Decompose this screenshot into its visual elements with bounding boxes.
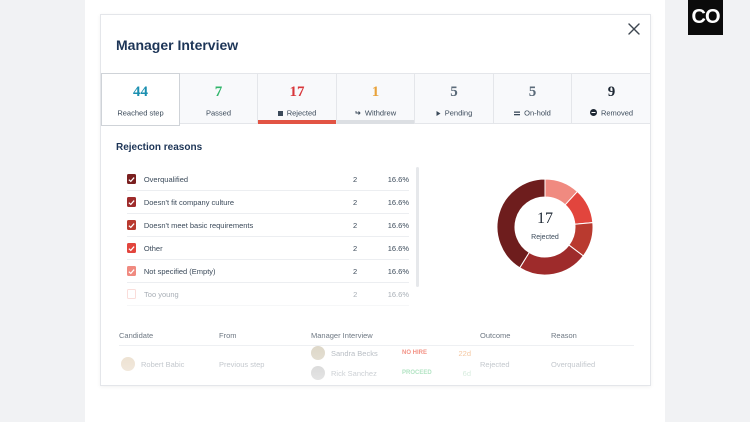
stat-label-text: Pending bbox=[444, 108, 473, 118]
stat-tab-passed[interactable]: 7 Passed bbox=[180, 74, 258, 123]
stat-label: On-hold bbox=[494, 108, 571, 118]
stat-underline bbox=[258, 120, 336, 124]
reason-checkbox[interactable] bbox=[127, 220, 136, 230]
stat-label: Reached step bbox=[102, 108, 179, 118]
donut-center-value: 17 bbox=[537, 210, 553, 227]
check-icon bbox=[128, 176, 135, 182]
rejection-reasons-list: Overqualified 2 16.6% Doesn't fit company c… bbox=[127, 168, 409, 306]
reason-percent: 16.6% bbox=[387, 174, 410, 184]
reason-row[interactable]: Too young 2 16.6% bbox=[127, 283, 409, 306]
stat-value: 17 bbox=[289, 84, 305, 100]
stat-value: 9 bbox=[607, 84, 616, 100]
check-icon bbox=[128, 245, 135, 251]
reason-label: Not specified (Empty) bbox=[143, 266, 216, 276]
stat-label-text: On-hold bbox=[524, 108, 551, 118]
reason-row[interactable]: Other 2 16.6% bbox=[127, 237, 409, 260]
reason-checkbox[interactable] bbox=[127, 243, 136, 253]
stat-tab-rejected[interactable]: 17 Rejected bbox=[258, 74, 337, 124]
brand-logo: CO bbox=[688, 0, 723, 35]
logo-text: CO bbox=[691, 6, 721, 28]
reason-percent: 16.6% bbox=[387, 197, 410, 207]
reason-label: Other bbox=[143, 243, 163, 253]
reason-checkbox[interactable] bbox=[127, 174, 136, 184]
stats-bar: 44 Reached step 7 Passed 17 Rejected 1 Withdrew… bbox=[101, 73, 650, 126]
check-icon bbox=[128, 222, 135, 228]
manager-interview-modal: Manager Interview 44 Reached step 7 Passed 1… bbox=[100, 14, 651, 386]
reason-label: Doesn't fit company culture bbox=[143, 197, 235, 207]
reason-label: Doesn't meet basic requirements bbox=[143, 220, 254, 230]
reason-count: 2 bbox=[353, 243, 358, 253]
reason-percent: 16.6% bbox=[387, 266, 410, 276]
play-icon bbox=[436, 109, 441, 118]
stat-value: 1 bbox=[371, 84, 380, 100]
pause-icon bbox=[514, 109, 521, 118]
stat-underline bbox=[337, 120, 414, 124]
reason-row[interactable]: Overqualified 2 16.6% bbox=[127, 168, 409, 191]
stat-label: Passed bbox=[180, 108, 257, 118]
stat-label-text: Rejected bbox=[286, 108, 317, 118]
stat-value: 5 bbox=[450, 84, 458, 100]
stat-label-text: Removed bbox=[600, 108, 634, 118]
stat-label: Withdrew bbox=[337, 108, 414, 118]
reason-count: 2 bbox=[353, 174, 358, 184]
stat-label-text: Reached step bbox=[117, 108, 164, 118]
rejection-reasons-title: Rejection reasons bbox=[116, 142, 203, 153]
check-icon bbox=[128, 199, 135, 205]
reason-count: 2 bbox=[353, 197, 358, 207]
reason-row[interactable]: Not specified (Empty) 2 16.6% bbox=[127, 260, 409, 283]
stat-label: Pending bbox=[415, 108, 493, 118]
bottom-fade bbox=[101, 335, 650, 385]
stat-value: 5 bbox=[528, 84, 537, 100]
reason-checkbox[interactable] bbox=[127, 197, 136, 207]
minus-circle-icon bbox=[589, 108, 597, 118]
square-icon bbox=[277, 109, 283, 118]
reason-count: 2 bbox=[353, 266, 358, 276]
reason-label: Too young bbox=[144, 289, 179, 299]
reason-count: 2 bbox=[353, 220, 358, 230]
reason-row[interactable]: Doesn't meet basic requirements 2 16.6% bbox=[127, 214, 409, 237]
stat-tab-withdrew[interactable]: 1 Withdrew bbox=[337, 74, 415, 124]
rejected-donut-chart: 17 Rejected bbox=[495, 177, 595, 277]
reason-checkbox[interactable] bbox=[127, 266, 136, 276]
reasons-scrollbar[interactable] bbox=[416, 167, 419, 287]
close-icon[interactable] bbox=[626, 21, 642, 37]
stat-label: Removed bbox=[572, 108, 650, 118]
reason-percent: 16.6% bbox=[387, 220, 410, 230]
stat-tab-pending[interactable]: 5 Pending bbox=[415, 74, 494, 123]
reason-checkbox[interactable] bbox=[127, 289, 137, 299]
stat-value: 7 bbox=[214, 84, 223, 100]
donut-center-label: Rejected bbox=[531, 234, 559, 241]
reason-percent: 16.6% bbox=[387, 289, 409, 299]
modal-title: Manager Interview bbox=[116, 37, 239, 53]
stat-value: 44 bbox=[133, 84, 148, 100]
stat-label-text: Withdrew bbox=[364, 108, 397, 118]
stat-tab-removed[interactable]: 9 Removed bbox=[572, 74, 650, 123]
stat-label: Rejected bbox=[258, 108, 336, 118]
donut-slice-3 bbox=[519, 244, 585, 276]
reason-row[interactable]: Doesn't fit company culture 2 16.6% bbox=[127, 191, 409, 214]
reason-percent: 16.6% bbox=[387, 243, 410, 253]
reason-label: Overqualified bbox=[143, 174, 189, 184]
return-arrow-icon bbox=[355, 109, 361, 118]
reason-count: 2 bbox=[353, 289, 358, 299]
check-icon bbox=[128, 268, 135, 274]
stat-label-text: Passed bbox=[205, 108, 232, 118]
stat-tab-on-hold[interactable]: 5 On-hold bbox=[494, 74, 572, 123]
stat-tab-reached-step[interactable]: 44 Reached step bbox=[101, 73, 180, 126]
